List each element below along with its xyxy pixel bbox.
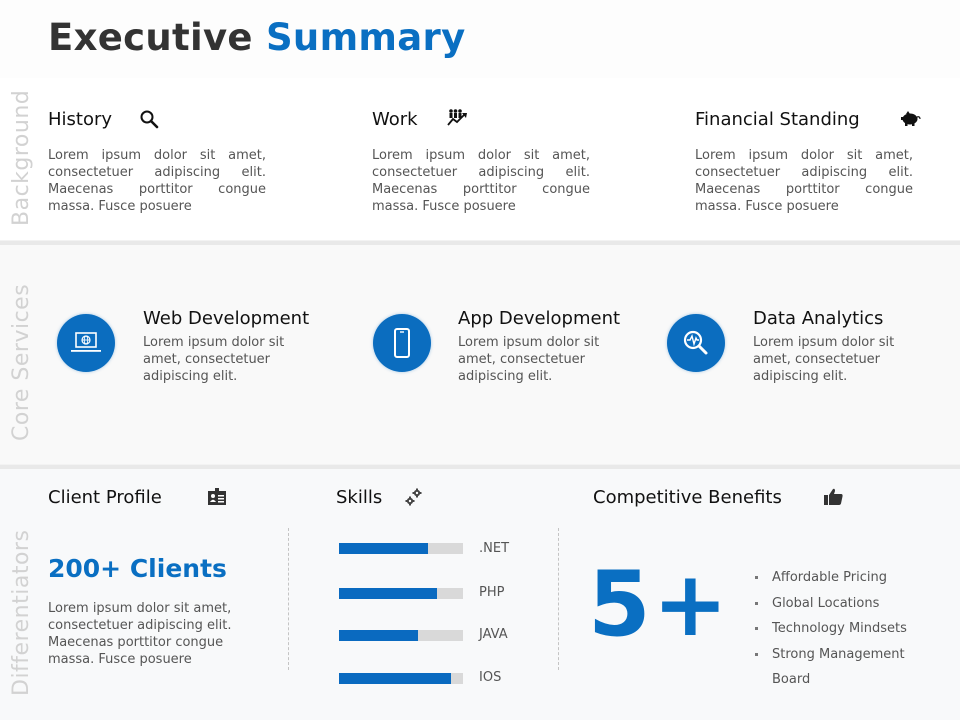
skill-bar-java [339, 630, 463, 641]
web-development-title: Web Development [143, 308, 310, 329]
financial-standing-text: Lorem ipsum dolor sit amet, consectetuer… [695, 148, 913, 214]
side-label-background: Background [9, 89, 34, 226]
skill-label-ios: IOS [479, 670, 502, 685]
page-title-part1: Executive [48, 16, 253, 59]
piggy-bank-icon [900, 110, 921, 130]
web-development-text: Lorem ipsum dolor sit amet, consectetuer… [143, 335, 285, 384]
skill-bar-fill [339, 588, 437, 599]
clients-count: 200+ Clients [48, 554, 227, 583]
skill-label-net: .NET [479, 541, 510, 556]
page-title-part2: Summary [265, 16, 466, 59]
magnifier-icon [139, 109, 159, 129]
column-divider [558, 528, 559, 670]
app-development-text: Lorem ipsum dolor sit amet, consectetuer… [458, 335, 600, 384]
column-divider [288, 528, 289, 670]
skill-label-php: PHP [479, 585, 505, 600]
client-profile-title: Client Profile [48, 487, 162, 508]
skill-bar-fill [339, 630, 419, 641]
laptop-globe-icon [57, 314, 115, 372]
skill-bar-ios [339, 673, 463, 684]
benefits-list: Affordable Pricing Global Locations Tech… [752, 565, 942, 693]
app-development-title: App Development [458, 308, 621, 329]
history-title: History [48, 109, 113, 130]
history-text: Lorem ipsum dolor sit amet, consectetuer… [48, 148, 266, 214]
id-card-icon [207, 488, 227, 508]
skill-bar-net [339, 543, 463, 554]
side-label-core-services: Core Services [9, 283, 34, 441]
client-profile-text: Lorem ipsum dolor sit amet, consectetuer… [48, 601, 232, 667]
team-growth-icon [446, 108, 467, 128]
gears-icon [404, 487, 424, 507]
analytics-magnifier-icon [667, 314, 725, 372]
skills-title: Skills [336, 487, 383, 508]
benefits-count: 5+ [588, 552, 731, 657]
financial-standing-title: Financial Standing [695, 109, 860, 130]
competitive-benefits-title: Competitive Benefits [593, 487, 782, 508]
smartphone-icon [373, 314, 431, 372]
skill-bar-php [339, 588, 463, 599]
skill-bar-fill [339, 543, 429, 554]
benefit-item: Affordable Pricing [752, 565, 942, 591]
benefit-item: Technology Mindsets [752, 616, 942, 642]
data-analytics-text: Lorem ipsum dolor sit amet, consectetuer… [753, 335, 895, 384]
skill-label-java: JAVA [479, 627, 508, 642]
data-analytics-title: Data Analytics [753, 308, 884, 329]
benefit-item: Global Locations [752, 591, 942, 617]
work-text: Lorem ipsum dolor sit amet, consectetuer… [372, 148, 590, 214]
skill-bar-fill [339, 673, 451, 684]
work-title: Work [372, 109, 418, 130]
benefit-item: Strong Management Board [752, 642, 922, 693]
side-label-differentiators: Differentiators [9, 529, 34, 696]
thumbs-up-icon [824, 488, 844, 508]
page-title: Executive Summary [48, 16, 466, 59]
